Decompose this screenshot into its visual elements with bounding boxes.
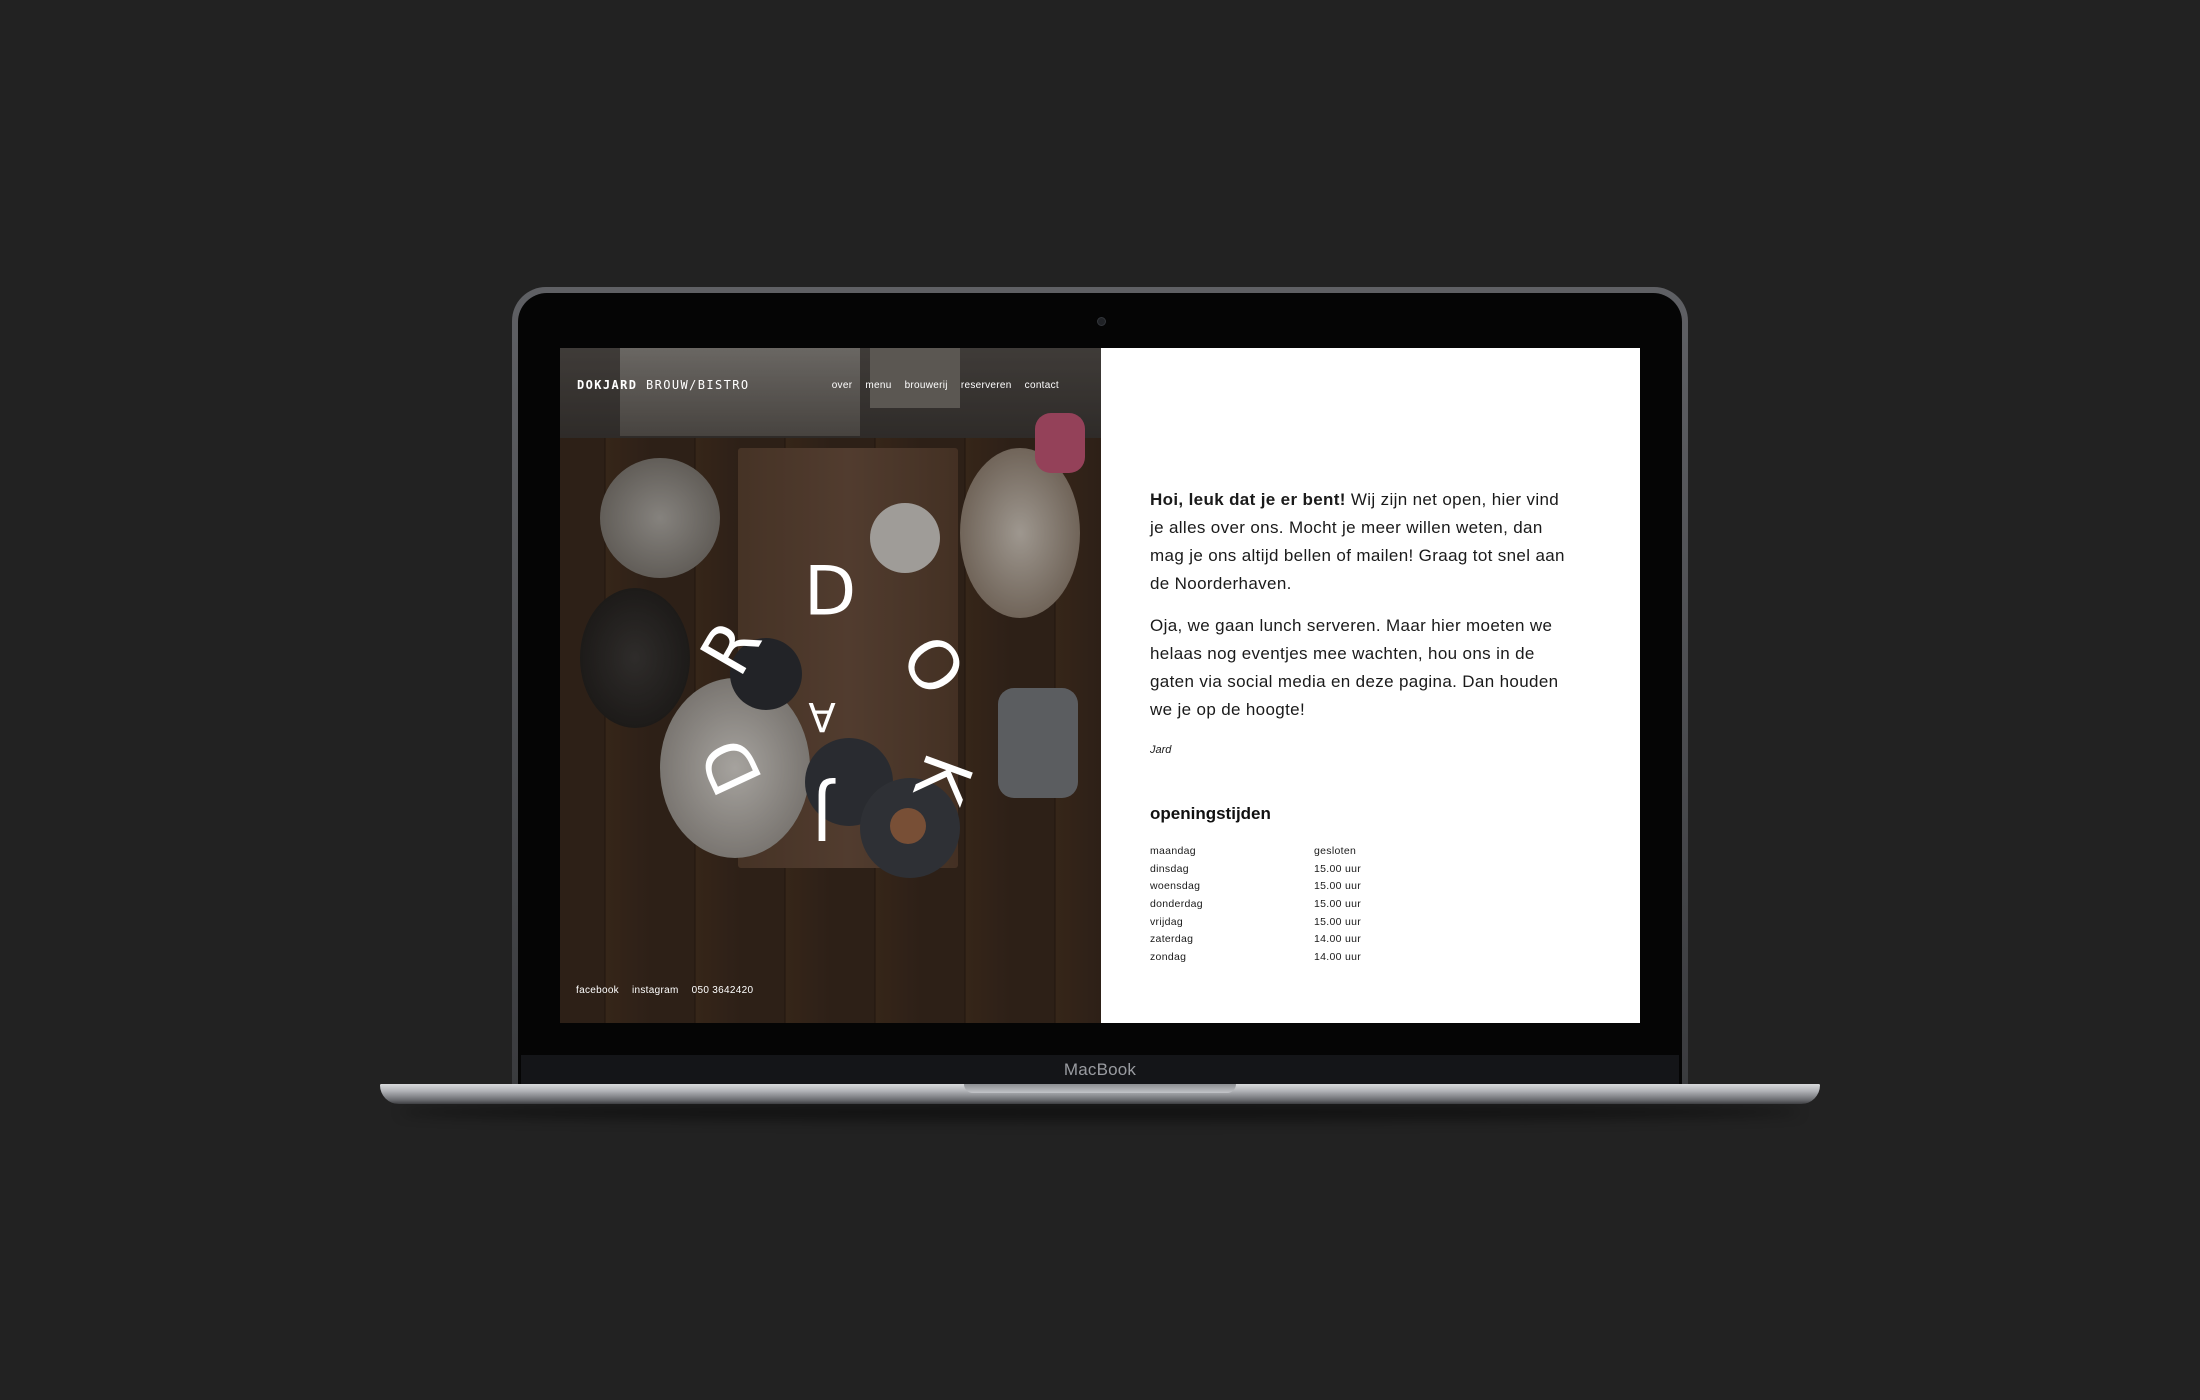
hours-day: zondag [1150, 950, 1187, 963]
hours-time: 15.00 uur [1314, 862, 1362, 875]
hours-row: donderdag 15.00 uur [1150, 895, 1450, 913]
intro-text: Hoi, leuk dat je er bent! Wij zijn net o… [1150, 486, 1570, 738]
signature: Jard [1150, 744, 1172, 756]
laptop-shadow [400, 1103, 1800, 1121]
social-links: facebook instagram 050 3642420 [576, 985, 753, 996]
logo-letter-k: K [896, 744, 986, 815]
logo-letter-j: J [812, 775, 836, 854]
opening-hours-table: maandag gesloten dinsdag 15.00 uur woensda… [1150, 842, 1450, 966]
hours-time: 15.00 uur [1314, 897, 1362, 910]
phone-link[interactable]: 050 3642420 [692, 985, 754, 996]
hero-photo: DOKJARD BROUW/BISTRO over menu brouwerij… [560, 348, 1101, 1023]
logo-letter-d2: D [685, 726, 779, 807]
intro-paragraph: Hoi, leuk dat je er bent! Wij zijn net o… [1150, 486, 1570, 598]
hours-time: 14.00 uur [1314, 933, 1362, 946]
logo-letter-a: A [808, 693, 836, 739]
hours-day: vrijdag [1150, 915, 1184, 928]
content-panel: Hoi, leuk dat je er bent! Wij zijn net o… [1101, 348, 1640, 1023]
hours-day: dinsdag [1150, 862, 1189, 875]
logo-letter-r: R [686, 608, 778, 688]
hours-day: zaterdag [1150, 933, 1194, 946]
hours-time: gesloten [1314, 844, 1357, 857]
hours-row: woensdag 15.00 uur [1150, 877, 1450, 895]
logo-letter-o: O [884, 621, 979, 710]
laptop-screen: DOKJARD BROUW/BISTRO over menu brouwerij… [560, 348, 1640, 1023]
instagram-link[interactable]: instagram [632, 985, 679, 996]
hours-row: dinsdag 15.00 uur [1150, 860, 1450, 878]
laptop-notch [964, 1084, 1236, 1093]
hours-day: woensdag [1150, 880, 1201, 893]
hours-row: zondag 14.00 uur [1150, 948, 1450, 966]
hours-row: vrijdag 15.00 uur [1150, 913, 1450, 931]
hours-time: 15.00 uur [1314, 915, 1362, 928]
dokjard-circle-logo: D O K J A R D [685, 553, 987, 854]
laptop-chin: MacBook [521, 1055, 1679, 1084]
hours-time: 14.00 uur [1314, 950, 1362, 963]
camera-icon [1097, 317, 1106, 326]
hours-time: 15.00 uur [1314, 880, 1362, 893]
lunch-paragraph: Oja, we gaan lunch serveren. Maar hier m… [1150, 616, 1559, 719]
intro-greeting: Hoi, leuk dat je er bent! [1150, 490, 1346, 509]
hours-row: maandag gesloten [1150, 842, 1450, 860]
opening-hours-title: openingstijden [1150, 804, 1271, 823]
logo-letter-d: D [804, 553, 856, 632]
hours-row: zaterdag 14.00 uur [1150, 930, 1450, 948]
macbook-label: MacBook [1063, 1060, 1137, 1079]
facebook-link[interactable]: facebook [576, 985, 619, 996]
hours-day: maandag [1150, 844, 1196, 857]
hours-day: donderdag [1150, 897, 1203, 910]
